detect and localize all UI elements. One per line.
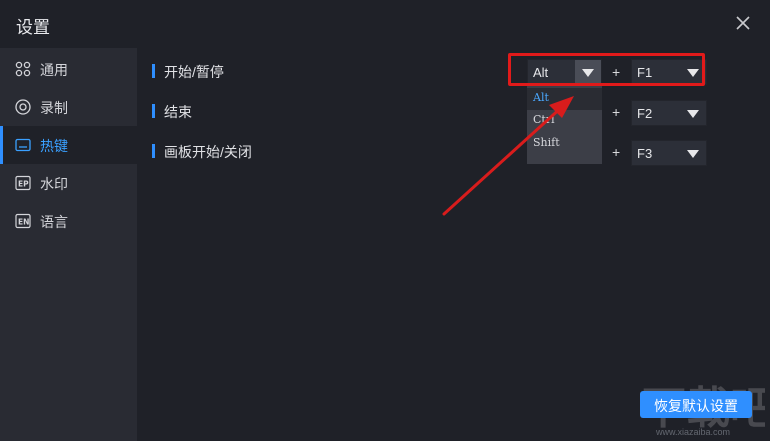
grid-icon xyxy=(15,61,31,77)
restore-defaults-button[interactable]: 恢复默认设置 xyxy=(640,391,752,418)
sidebar-item-label: 录制 xyxy=(40,100,68,116)
window-title: 设置 xyxy=(16,18,50,37)
keyboard-icon xyxy=(15,137,31,153)
row-marker xyxy=(152,104,155,118)
sidebar-item-label: 水印 xyxy=(40,176,68,192)
chevron-down-icon xyxy=(687,150,699,158)
chevron-down-icon xyxy=(687,110,699,118)
plus-sign: + xyxy=(612,144,621,160)
hotkey-label: 画板开始/关闭 xyxy=(164,144,252,160)
key-select[interactable]: F2 xyxy=(631,100,707,126)
sidebar-item-label: 语言 xyxy=(40,214,68,230)
sidebar: 通用 录制 热键 EP 水印 EN 语言 xyxy=(0,48,137,441)
dropdown-option-shift[interactable]: Shift xyxy=(527,133,602,155)
highlight-box xyxy=(508,53,705,86)
key-value: F2 xyxy=(637,106,653,121)
svg-text:EN: EN xyxy=(18,218,29,227)
dropdown-option-alt[interactable]: Alt xyxy=(527,88,602,110)
close-icon[interactable] xyxy=(732,12,754,34)
sidebar-item-general[interactable]: 通用 xyxy=(0,50,137,88)
sidebar-item-hotkeys[interactable]: 热键 xyxy=(0,126,137,164)
language-icon: EN xyxy=(15,213,31,229)
key-value: F3 xyxy=(637,146,653,161)
hotkey-label: 开始/暂停 xyxy=(164,64,224,80)
svg-text:EP: EP xyxy=(18,180,29,189)
modifier-dropdown-list: Alt Ctrl Shift xyxy=(527,86,602,164)
row-marker xyxy=(152,144,155,158)
plus-sign: + xyxy=(612,104,621,120)
sidebar-item-label: 热键 xyxy=(40,138,68,154)
watermark-icon: EP xyxy=(15,175,31,191)
key-select[interactable]: F3 xyxy=(631,140,707,166)
dropdown-option-ctrl[interactable]: Ctrl xyxy=(527,110,602,132)
record-icon xyxy=(15,99,31,115)
sidebar-item-watermark[interactable]: EP 水印 xyxy=(0,164,137,202)
row-marker xyxy=(152,64,155,78)
hotkey-label: 结束 xyxy=(164,104,192,120)
sidebar-item-label: 通用 xyxy=(40,62,68,78)
sidebar-item-language[interactable]: EN 语言 xyxy=(0,202,137,240)
watermark-url: www.xiazaiba.com xyxy=(656,427,731,437)
sidebar-item-record[interactable]: 录制 xyxy=(0,88,137,126)
title-bar: 设置 xyxy=(0,0,770,48)
